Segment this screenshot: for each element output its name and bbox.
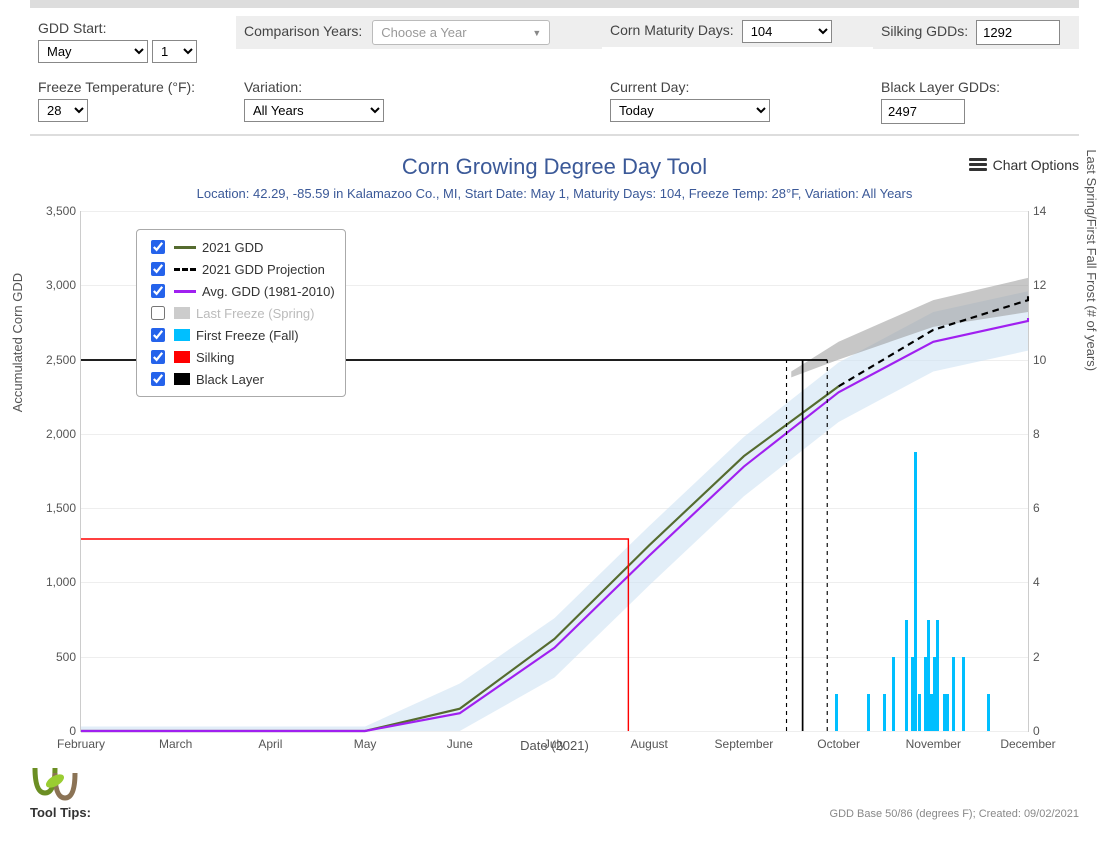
x-tick: July <box>544 737 565 751</box>
x-tick: February <box>57 737 105 751</box>
freeze-bar <box>962 657 965 731</box>
legend-checkbox-gdd_2021[interactable] <box>151 240 165 254</box>
freeze-temp-label: Freeze Temperature (°F): <box>38 79 228 95</box>
freeze-bar <box>936 620 939 731</box>
y2-tick: 8 <box>1033 427 1063 441</box>
x-tick: November <box>906 737 961 751</box>
chevron-down-icon: ▼ <box>532 28 541 38</box>
y-tick: 2,500 <box>31 353 76 367</box>
legend-swatch <box>174 268 196 271</box>
x-tick: September <box>715 737 774 751</box>
controls-panel: GDD Start: May 1 Comparison Years: Choos… <box>30 16 1079 144</box>
y2-tick: 14 <box>1033 204 1063 218</box>
current-day-label: Current Day: <box>610 79 865 95</box>
hamburger-icon <box>969 156 987 173</box>
legend-label-avg_gdd: Avg. GDD (1981-2010) <box>202 284 335 299</box>
chart-options-label: Chart Options <box>993 157 1079 173</box>
freeze-bar <box>987 694 990 731</box>
black-layer-gdds-input[interactable] <box>881 99 965 124</box>
black-layer-gdds-label: Black Layer GDDs: <box>881 79 1071 95</box>
comparison-placeholder: Choose a Year <box>381 25 466 40</box>
legend-checkbox-first_freeze[interactable] <box>151 328 165 342</box>
x-tick: October <box>817 737 860 751</box>
legend-swatch <box>174 290 196 293</box>
legend-swatch <box>174 307 190 319</box>
gdd-start-day-select[interactable]: 1 <box>152 40 197 63</box>
chart-title: Corn Growing Degree Day Tool <box>20 154 1089 180</box>
freeze-bar <box>892 657 895 731</box>
maturity-days-select[interactable]: 104 <box>742 20 832 43</box>
legend-checkbox-projection[interactable] <box>151 262 165 276</box>
y2-tick: 12 <box>1033 278 1063 292</box>
y2-tick: 10 <box>1033 353 1063 367</box>
legend-label-projection: 2021 GDD Projection <box>202 262 325 277</box>
chart-subtitle: Location: 42.29, -85.59 in Kalamazoo Co.… <box>20 186 1089 201</box>
y2-tick: 4 <box>1033 575 1063 589</box>
comparison-years-label: Comparison Years: <box>244 23 362 39</box>
y2-tick: 6 <box>1033 501 1063 515</box>
plot-area[interactable]: 05001,0001,5002,0002,5003,0003,500024681… <box>80 211 1029 732</box>
x-tick: December <box>1000 737 1055 751</box>
tool-tips-label: Tool Tips: <box>30 805 91 820</box>
legend-swatch <box>174 373 190 385</box>
maturity-days-label: Corn Maturity Days: <box>610 22 734 38</box>
x-tick: June <box>447 737 473 751</box>
gdd-start-month-select[interactable]: May <box>38 40 148 63</box>
y2-tick: 2 <box>1033 650 1063 664</box>
freeze-bar <box>835 694 838 731</box>
y-tick: 3,500 <box>31 204 76 218</box>
freeze-bar <box>918 694 921 731</box>
legend-checkbox-black_layer[interactable] <box>151 372 165 386</box>
legend-swatch <box>174 329 190 341</box>
u2u-logo-icon <box>30 763 80 803</box>
x-tick: April <box>258 737 282 751</box>
x-tick: August <box>631 737 668 751</box>
freeze-bar <box>914 452 917 731</box>
y-tick: 3,000 <box>31 278 76 292</box>
legend-swatch <box>174 351 190 363</box>
y2-axis-label: Last Spring/First Fall Frost (# of years… <box>1084 149 1099 371</box>
legend-checkbox-silking[interactable] <box>151 350 165 364</box>
x-tick: March <box>159 737 192 751</box>
legend-checkbox-avg_gdd[interactable] <box>151 284 165 298</box>
footer: Tool Tips: GDD Base 50/86 (degrees F); C… <box>30 763 1079 820</box>
variation-select[interactable]: All Years <box>244 99 384 122</box>
silking-gdds-label: Silking GDDs: <box>881 23 968 39</box>
legend-checkbox-last_freeze[interactable] <box>151 306 165 320</box>
chart-options-button[interactable]: Chart Options <box>969 156 1079 173</box>
legend-label-silking: Silking <box>196 350 234 365</box>
freeze-temp-select[interactable]: 28 <box>38 99 88 122</box>
y-axis-label: Accumulated Corn GDD <box>10 273 25 412</box>
freeze-bar <box>946 694 949 731</box>
legend-label-gdd_2021: 2021 GDD <box>202 240 263 255</box>
y-tick: 1,000 <box>31 575 76 589</box>
freeze-bar <box>883 694 886 731</box>
y-tick: 0 <box>31 724 76 738</box>
freeze-bar <box>867 694 870 731</box>
legend-label-black_layer: Black Layer <box>196 372 264 387</box>
chart-container: Chart Options Corn Growing Degree Day To… <box>20 154 1089 753</box>
x-tick: May <box>354 737 377 751</box>
top-divider <box>30 0 1079 8</box>
variation-label: Variation: <box>244 79 594 95</box>
current-day-select[interactable]: Today <box>610 99 770 122</box>
y-tick: 500 <box>31 650 76 664</box>
y-tick: 2,000 <box>31 427 76 441</box>
freeze-bar <box>905 620 908 731</box>
gdd-start-label: GDD Start: <box>38 20 228 36</box>
legend: 2021 GDD 2021 GDD Projection Avg. GDD (198… <box>136 229 346 397</box>
y-tick: 1,500 <box>31 501 76 515</box>
legend-label-first_freeze: First Freeze (Fall) <box>196 328 299 343</box>
legend-swatch <box>174 246 196 249</box>
silking-gdds-input[interactable] <box>976 20 1060 45</box>
comparison-years-select[interactable]: Choose a Year ▼ <box>372 20 550 45</box>
legend-label-last_freeze: Last Freeze (Spring) <box>196 306 315 321</box>
y2-tick: 0 <box>1033 724 1063 738</box>
footer-credit: GDD Base 50/86 (degrees F); Created: 09/… <box>830 808 1079 820</box>
freeze-bar <box>952 657 955 731</box>
